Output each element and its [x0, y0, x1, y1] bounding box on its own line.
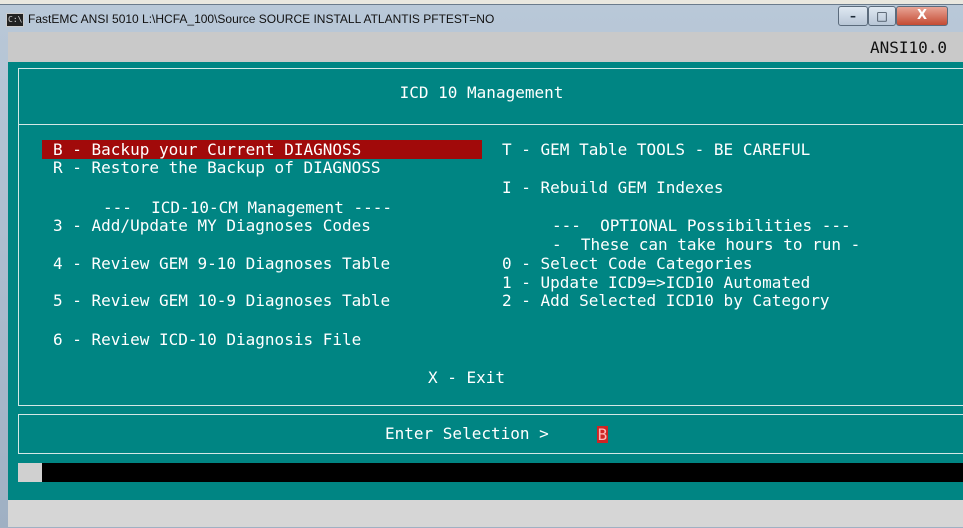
option-add-selected-icd10[interactable]: 2 - Add Selected ICD10 by Category	[502, 291, 830, 310]
maximize-icon: □	[876, 9, 888, 23]
option-restore-diagnoss[interactable]: R - Restore the Backup of DIAGNOSS	[53, 158, 381, 177]
option-gem-table-tools[interactable]: T - GEM Table TOOLS - BE CAREFUL	[502, 140, 810, 159]
window-title: FastEMC ANSI 5010 L:\HCFA_100\Source SOU…	[28, 12, 495, 26]
close-icon: X	[916, 8, 928, 23]
section-heading-icd10cm: --- ICD-10-CM Management ----	[103, 198, 392, 217]
minimize-button[interactable]: –	[838, 6, 868, 26]
command-line-cursor	[18, 463, 42, 482]
menu-title: ICD 10 Management	[399, 83, 564, 102]
command-line	[18, 463, 963, 482]
option-exit[interactable]: X - Exit	[428, 368, 505, 387]
option-add-update-my-codes[interactable]: 3 - Add/Update MY Diagnoses Codes	[53, 216, 371, 235]
option-select-code-categories[interactable]: 0 - Select Code Categories	[502, 254, 752, 273]
header-divider	[18, 124, 963, 125]
option-review-icd10-file[interactable]: 6 - Review ICD-10 Diagnosis File	[53, 330, 361, 349]
minimize-icon: –	[850, 9, 856, 23]
selection-input[interactable]: B	[597, 426, 608, 443]
option-backup-diagnoss[interactable]: B - Backup your Current DIAGNOSS	[53, 140, 361, 159]
option-review-gem-9-10[interactable]: 4 - Review GEM 9-10 Diagnoses Table	[53, 254, 390, 273]
section-heading-optional: --- OPTIONAL Possibilities ---	[552, 216, 851, 235]
version-label: ANSI10.0	[870, 38, 948, 57]
close-button[interactable]: X	[896, 6, 948, 26]
optional-warning-text: - These can take hours to run -	[552, 235, 861, 254]
selection-prompt: Enter Selection >	[385, 424, 549, 443]
maximize-button[interactable]: □	[868, 6, 896, 26]
console-app-icon[interactable]: C:\	[6, 13, 24, 27]
option-update-icd9-to-icd10[interactable]: 1 - Update ICD9=>ICD10 Automated	[502, 273, 810, 292]
status-bar	[8, 500, 963, 527]
option-review-gem-10-9[interactable]: 5 - Review GEM 10-9 Diagnoses Table	[53, 291, 390, 310]
version-bar	[8, 32, 963, 62]
option-rebuild-gem-indexes[interactable]: I - Rebuild GEM Indexes	[502, 178, 724, 197]
